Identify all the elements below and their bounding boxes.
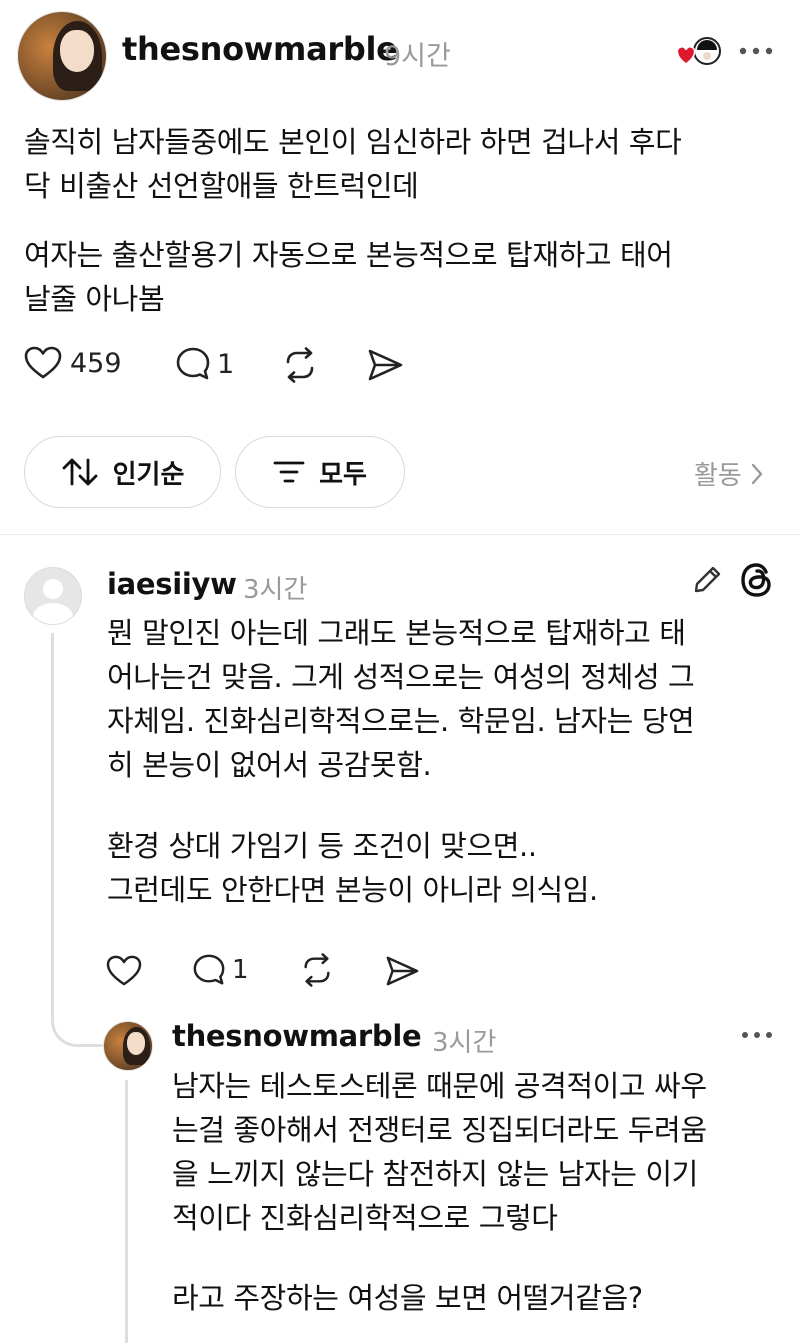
post-time: 9시간 [384, 41, 451, 72]
chevron-right-icon [751, 463, 763, 484]
activity-link[interactable]: 활동 [694, 455, 764, 492]
activity-label: 활동 [694, 461, 742, 491]
post-author-avatar[interactable] [17, 11, 107, 101]
thread-line [51, 633, 54, 1010]
reply-text-line: 는걸 좋아해서 전쟁터로 징집되더라도 두려움 [172, 1113, 707, 1147]
threads-logo-icon [741, 563, 771, 597]
comment-share-button[interactable] [384, 955, 420, 987]
post-reply-button[interactable]: 1 [175, 346, 234, 382]
repost-icon [286, 347, 314, 383]
comment-text-line: 뭔 말인진 아는데 그래도 본능적으로 탑재하고 태 [107, 616, 686, 650]
avatar-head [42, 579, 64, 600]
more-dots-icon [742, 1032, 772, 1038]
comment-reply-button[interactable]: 1 [192, 953, 249, 987]
reply-author-avatar[interactable] [103, 1021, 153, 1071]
comment-text-line: 히 본능이 없어서 공감못함. [107, 748, 432, 782]
avatar-face [127, 1031, 146, 1055]
filter-lines-icon [273, 461, 305, 483]
comment-time: 3시간 [243, 575, 308, 605]
send-icon [368, 349, 403, 381]
avatar-body [33, 602, 73, 624]
comment-reply-count: 1 [232, 955, 249, 985]
post-text-line: 날줄 아나봄 [24, 282, 165, 316]
like-count: 459 [70, 347, 122, 379]
comment-repost-button[interactable] [300, 953, 334, 987]
comment-like-button[interactable] [106, 955, 142, 987]
reply-text-line: 을 느끼지 않는다 참전하지 않는 남자는 이기 [172, 1157, 698, 1191]
post-text-line: 솔직히 남자들중에도 본인이 임신하라 하면 겁나서 후다 [24, 125, 682, 159]
post-repost-button[interactable] [282, 347, 318, 383]
avatar-face [60, 29, 94, 72]
reply-text-line: 라고 주장하는 여성을 보면 어떨거같음? [172, 1281, 643, 1315]
comment-username[interactable]: iaesiiyw [107, 567, 237, 601]
post-text-line: 여자는 출산할용기 자동으로 본능적으로 탑재하고 태어 [24, 238, 673, 272]
heart-icon [24, 346, 62, 379]
sort-label: 인기순 [112, 459, 185, 490]
reply-more-button[interactable] [740, 1030, 774, 1040]
reply-count: 1 [217, 348, 235, 380]
heart-icon [106, 955, 142, 986]
comment-text-line: 환경 상대 가임기 등 조건이 맞으면.. [107, 829, 537, 863]
post-username[interactable]: thesnowmarble [122, 30, 398, 68]
comment-text-line: 어나는건 맞음. 그게 성적으로는 여성의 정체성 그 [107, 660, 695, 694]
pencil-icon [694, 566, 721, 593]
reply-text-line: 남자는 테스토스테론 때문에 공격적이고 싸우 [172, 1069, 707, 1103]
thread-connector [51, 978, 106, 1047]
edit-button[interactable] [690, 563, 724, 597]
repost-icon [304, 953, 330, 987]
heart-badge-icon [676, 37, 721, 65]
liked-by-badge[interactable] [673, 36, 723, 70]
reply-text-line: 적이다 진화심리학적으로 그렇다 [172, 1201, 558, 1235]
sort-arrows-icon [62, 458, 98, 486]
section-divider [0, 534, 800, 535]
filter-label: 모두 [319, 459, 367, 490]
post-like-button[interactable]: 459 [24, 346, 122, 380]
comment-icon [176, 347, 210, 380]
filter-all-button[interactable]: 모두 [235, 436, 405, 508]
reply-thread-line [125, 1080, 128, 1343]
sort-popular-button[interactable]: 인기순 [24, 436, 221, 508]
comment-author-avatar[interactable] [24, 567, 82, 625]
comment-icon [193, 954, 225, 985]
comment-text-line: 그런데도 안한다면 본능이 아니라 의식임. [107, 873, 598, 907]
post-more-button[interactable] [738, 46, 774, 56]
reply-time: 3시간 [432, 1028, 497, 1058]
threads-logo-button[interactable] [737, 560, 777, 600]
post-share-button[interactable] [366, 348, 404, 382]
reply-username[interactable]: thesnowmarble [172, 1019, 422, 1053]
comment-text-line: 자체임. 진화심리학적으로는. 학문임. 남자는 당연 [107, 704, 695, 738]
send-icon [386, 956, 419, 986]
more-dots-icon [739, 47, 773, 55]
post-text-line: 닥 비출산 선언할애들 한트럭인데 [24, 169, 419, 203]
